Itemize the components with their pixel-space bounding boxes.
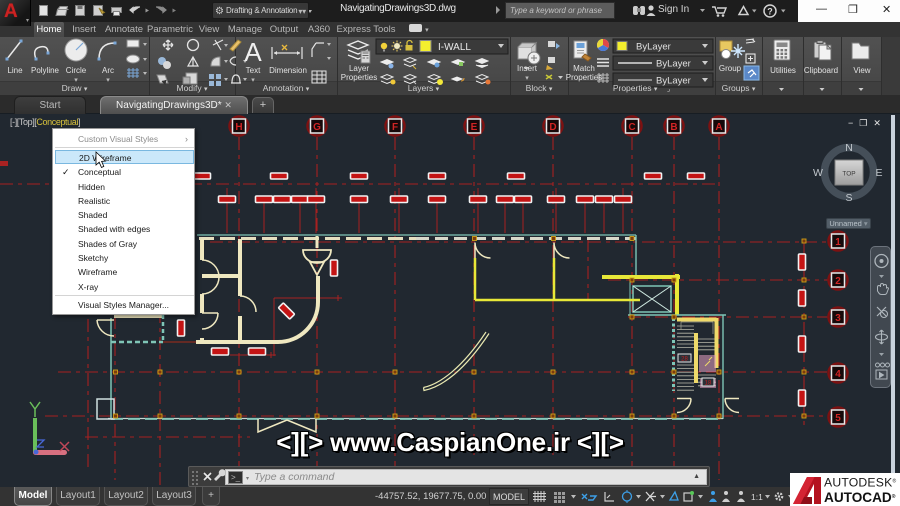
svg-text:AUTODESK®: AUTODESK® <box>824 476 896 490</box>
svg-text:5: 5 <box>835 413 841 424</box>
svg-text:E: E <box>471 122 478 133</box>
svg-text:G: G <box>313 122 321 133</box>
svg-text:?: ? <box>767 7 773 17</box>
svg-text:AUTOCAD®: AUTOCAD® <box>824 490 896 505</box>
svg-text:C: C <box>628 122 635 133</box>
svg-text:S: S <box>845 192 852 204</box>
svg-text:1: 1 <box>835 237 841 248</box>
svg-text:3: 3 <box>835 313 841 324</box>
svg-text:I-WALL: I-WALL <box>438 42 471 53</box>
svg-text:B: B <box>670 122 677 133</box>
svg-text:D: D <box>549 122 556 133</box>
svg-text:F: F <box>392 122 398 133</box>
svg-text:H: H <box>235 122 242 133</box>
svg-text:ByLayer: ByLayer <box>656 59 691 70</box>
svg-text:TOP: TOP <box>842 171 855 178</box>
svg-text:N: N <box>845 142 853 154</box>
svg-text:A: A <box>715 122 722 133</box>
svg-text:28: 28 <box>681 357 688 363</box>
svg-text:A: A <box>244 37 262 67</box>
svg-text:18: 18 <box>705 381 712 387</box>
svg-text:ByLayer: ByLayer <box>636 42 671 53</box>
svg-text:2: 2 <box>835 276 841 287</box>
svg-text:W: W <box>813 167 823 179</box>
svg-text:1:1: 1:1 <box>751 492 763 502</box>
svg-text:E: E <box>875 167 882 179</box>
svg-text:4: 4 <box>835 369 841 380</box>
